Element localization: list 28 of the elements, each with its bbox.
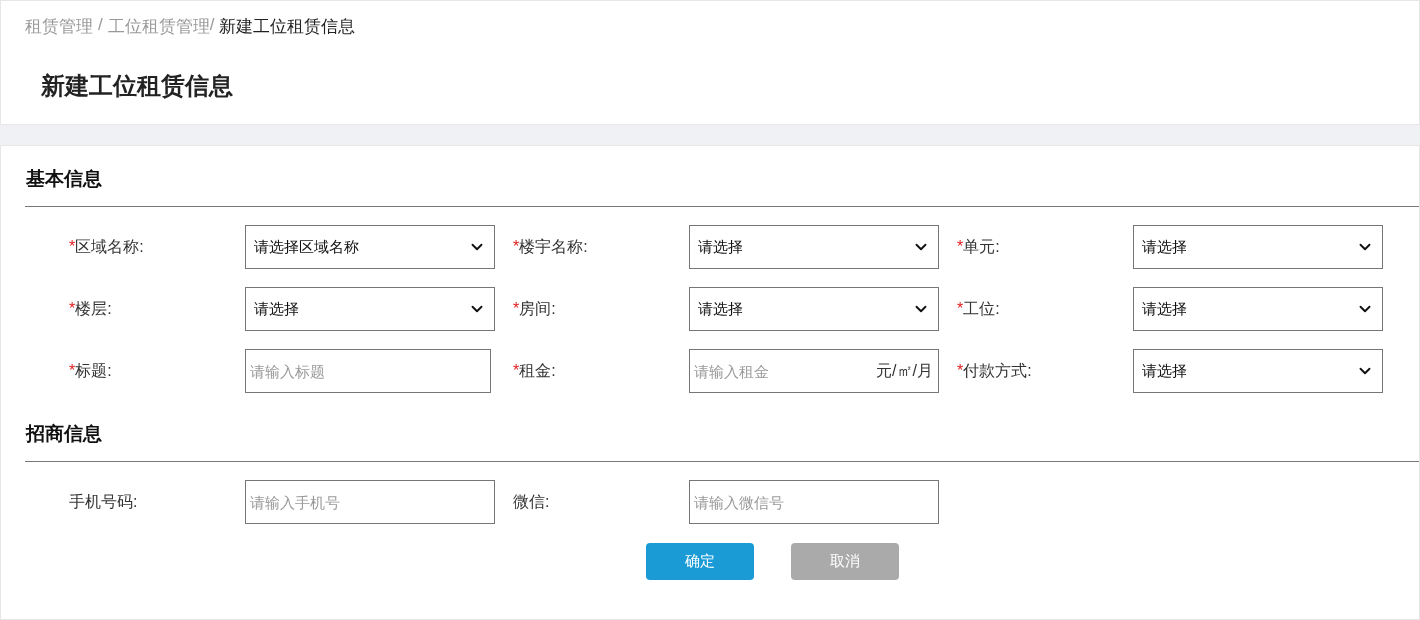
field-label: *租金:: [513, 360, 557, 381]
field-label: *标题:: [69, 360, 113, 381]
field-label: *房间:: [513, 298, 557, 319]
field-label: *工位:: [957, 298, 1001, 319]
field-label: *付款方式:: [957, 360, 1033, 381]
section-title: 招商信息: [26, 422, 102, 446]
dropdown[interactable]: 请选择: [689, 225, 939, 269]
breadcrumb-separator: /: [98, 15, 103, 36]
input-field[interactable]: 请输入标题: [245, 349, 491, 393]
unit-label: 元/㎡/月: [876, 361, 933, 381]
field-label: *单元:: [957, 236, 1001, 257]
dropdown[interactable]: 请选择: [1133, 287, 1383, 331]
input-field[interactable]: 请输入微信号: [689, 480, 939, 524]
dropdown[interactable]: 请选择: [1133, 225, 1383, 269]
dropdown[interactable]: 请选择: [1133, 349, 1383, 393]
field-label: *楼宇名称:: [513, 236, 589, 257]
page-title: 新建工位租赁信息: [41, 71, 233, 101]
breadcrumb-separator: /: [209, 15, 215, 36]
dropdown[interactable]: 请选择: [689, 287, 939, 331]
dropdown[interactable]: 请选择区域名称: [245, 225, 495, 269]
field-label: 微信:: [513, 491, 551, 512]
section-title: 基本信息: [26, 167, 102, 191]
input-field[interactable]: 请输入手机号: [245, 480, 495, 524]
breadcrumb-current: 新建工位租赁信息: [219, 16, 356, 38]
field-label: *楼层:: [69, 298, 113, 319]
field-label: 手机号码:: [69, 491, 139, 512]
field-label: *区域名称:: [69, 236, 145, 257]
dropdown[interactable]: 请选择: [245, 287, 495, 331]
